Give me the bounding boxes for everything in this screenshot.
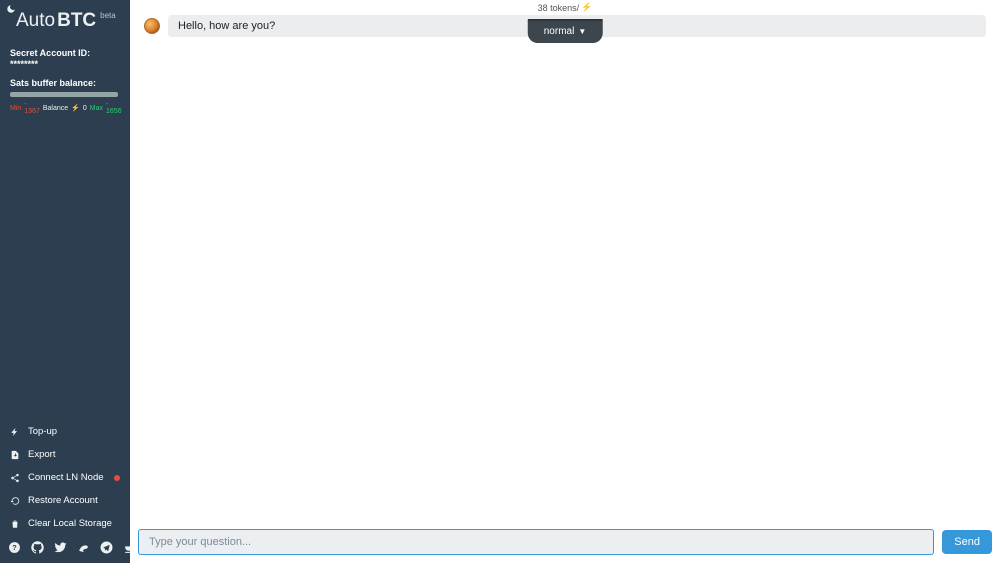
moon-icon[interactable] — [6, 4, 16, 17]
github-icon[interactable] — [31, 541, 44, 557]
trash-icon — [10, 519, 20, 529]
buffer-meter — [10, 92, 118, 97]
share-icon — [10, 473, 20, 483]
sidebar-menu: Top-up Export Connect LN Node Restore Ac… — [0, 420, 130, 535]
brand-btc: BTC — [57, 10, 96, 32]
menu-export[interactable]: Export — [0, 443, 130, 466]
sat-icon: ⚡ — [581, 2, 592, 13]
question-input[interactable] — [138, 529, 934, 555]
menu-connect-ln[interactable]: Connect LN Node — [0, 466, 130, 489]
nostr-icon[interactable] — [77, 541, 90, 557]
twitter-icon[interactable] — [54, 541, 67, 557]
account-id: Secret Account ID: ******** — [0, 38, 130, 70]
chat-area — [130, 37, 1000, 523]
menu-topup[interactable]: Top-up — [0, 420, 130, 443]
export-icon — [10, 450, 20, 460]
restore-icon — [10, 496, 20, 506]
menu-clear-storage[interactable]: Clear Local Storage — [0, 512, 130, 535]
send-button[interactable]: Send — [942, 530, 992, 554]
bolt-icon — [10, 427, 20, 437]
telegram-icon[interactable] — [100, 541, 113, 557]
mode-selector[interactable]: normal ▼ — [528, 19, 603, 43]
buffer-balance: Sats buffer balance: Min - 1367 Balance … — [0, 70, 130, 115]
svg-text:?: ? — [12, 543, 17, 552]
menu-restore[interactable]: Restore Account — [0, 489, 130, 512]
main: 38 tokens/⚡ Hello, how are you? normal ▼… — [130, 0, 1000, 563]
avatar — [144, 18, 160, 34]
brand-beta: beta — [100, 11, 116, 20]
sidebar: AutoBTC beta Secret Account ID: ********… — [0, 0, 130, 563]
help-icon[interactable]: ? — [8, 541, 21, 557]
buffer-label: Sats buffer balance: — [10, 78, 120, 88]
token-counter: 38 tokens/⚡ — [130, 0, 1000, 15]
brand[interactable]: AutoBTC beta — [0, 0, 130, 38]
balance-line: Min - 1367 Balance ⚡ 0 Max - 1656 — [10, 101, 120, 115]
input-bar: Send — [130, 523, 1000, 563]
social-row: ? — [0, 535, 130, 563]
brand-auto: Auto — [16, 10, 55, 32]
status-dot-icon — [114, 475, 120, 481]
chevron-down-icon: ▼ — [578, 27, 586, 36]
